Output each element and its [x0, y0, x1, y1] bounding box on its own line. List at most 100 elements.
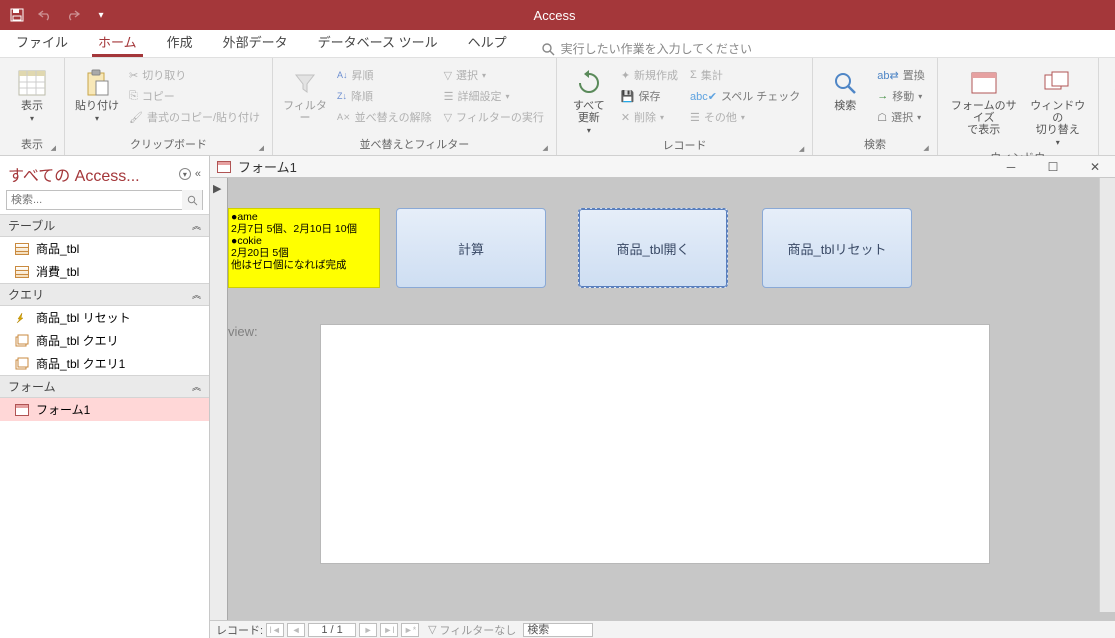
- switch-windows-button[interactable]: ウィンドウの 切り替え ▾: [1028, 68, 1088, 147]
- tab-create[interactable]: 作成: [161, 28, 199, 57]
- chevron-up-icon: ︽: [192, 219, 201, 232]
- select-icon: ☖: [877, 111, 887, 124]
- datasheet-icon: [17, 68, 47, 98]
- nav-prev-button[interactable]: ◄: [287, 623, 305, 637]
- minimize-button[interactable]: ─: [997, 157, 1025, 177]
- note-label: ●ame 2月7日 5個、2月10日 10個 ●cokie 2月20日 5個 他…: [228, 208, 380, 288]
- nav-next-button[interactable]: ►: [359, 623, 377, 637]
- nav-new-button[interactable]: ►*: [401, 623, 419, 637]
- chevron-down-icon[interactable]: ▾: [179, 168, 191, 180]
- ribbon-group-find: 検索 ab⇄置換 →移動 ▾ ☖選択 ▾ 検索: [813, 58, 937, 155]
- form-item[interactable]: フォーム1: [0, 398, 209, 421]
- sort-desc-button[interactable]: Z↓降順: [335, 87, 434, 105]
- tell-me-box[interactable]: 実行したい作業を入力してください: [541, 40, 752, 57]
- query-item[interactable]: 商品_tbl クエリ1: [0, 352, 209, 375]
- ribbon-group-sort-filter: フィルター A↓昇順 Z↓降順 A⨯並べ替えの解除 ▽選択 ▾ ☰詳細設定 ▾ …: [273, 58, 557, 155]
- save-record-button[interactable]: 💾保存: [619, 87, 680, 105]
- select-button[interactable]: ☖選択 ▾: [875, 108, 926, 126]
- qat-redo-button[interactable]: [60, 2, 86, 28]
- category-tables[interactable]: テーブル︽: [0, 214, 209, 237]
- record-position[interactable]: 1 / 1: [308, 623, 356, 637]
- more-records-button[interactable]: ☰その他 ▾: [688, 108, 802, 126]
- ribbon-group-records: すべて 更新 ▾ ✦新規作成 💾保存 ✕削除 ▾ Σ集計 abc✔スペル チェッ…: [557, 58, 813, 155]
- tab-help[interactable]: ヘルプ: [462, 28, 513, 57]
- tab-file[interactable]: ファイル: [10, 28, 74, 57]
- new-icon: ✦: [621, 69, 630, 82]
- chevron-up-icon: ︽: [192, 380, 201, 393]
- tab-home[interactable]: ホーム: [92, 28, 143, 57]
- record-label: レコード:: [216, 622, 263, 638]
- qat-customize-button[interactable]: ▾: [88, 2, 114, 28]
- magnifier-icon: [830, 68, 860, 98]
- selection-filter-button[interactable]: ▽選択 ▾: [442, 66, 546, 84]
- action-query-icon: [14, 311, 30, 325]
- nav-first-button[interactable]: I◄: [266, 623, 284, 637]
- calc-button[interactable]: 計算: [396, 208, 546, 288]
- copy-button[interactable]: ⎘コピー: [127, 87, 262, 105]
- clear-sort-icon: A⨯: [337, 112, 351, 123]
- qat-undo-button[interactable]: [32, 2, 58, 28]
- view-button[interactable]: 表示▾: [10, 68, 54, 124]
- reset-table-button[interactable]: 商品_tblリセット: [762, 208, 912, 288]
- forms-list: フォーム1: [0, 398, 209, 421]
- size-to-fit-button[interactable]: フォームのサイズ で表示: [948, 68, 1020, 136]
- cut-button[interactable]: ✂切り取り: [127, 66, 262, 84]
- view-textbox[interactable]: [320, 324, 990, 564]
- format-painter-button[interactable]: 🖌書式のコピー/貼り付け: [127, 108, 262, 126]
- category-forms[interactable]: フォーム︽: [0, 375, 209, 398]
- search-icon: [541, 42, 555, 56]
- record-navigator: レコード: I◄ ◄ 1 / 1 ► ►I ►* ▽フィルターなし 検索: [210, 620, 1115, 638]
- navpane-search-input[interactable]: [7, 194, 182, 206]
- form-icon: [14, 403, 30, 417]
- collapse-pane-icon[interactable]: «: [195, 168, 201, 180]
- paste-button[interactable]: 貼り付け▾: [75, 68, 119, 124]
- find-button[interactable]: 検索: [823, 68, 867, 112]
- form-canvas: ●ame 2月7日 5個、2月10日 10個 ●cokie 2月20日 5個 他…: [228, 178, 1115, 620]
- new-record-button[interactable]: ✦新規作成: [619, 66, 680, 84]
- goto-button[interactable]: →移動 ▾: [875, 87, 926, 105]
- qat-save-button[interactable]: [4, 2, 30, 28]
- open-table-button[interactable]: 商品_tbl開く: [578, 208, 728, 288]
- funnel-icon: [290, 68, 320, 98]
- table-item[interactable]: 商品_tbl: [0, 237, 209, 260]
- spell-check-button[interactable]: abc✔スペル チェック: [688, 87, 802, 105]
- close-button[interactable]: ✕: [1081, 157, 1109, 177]
- save-icon: 💾: [621, 90, 635, 103]
- refresh-all-button[interactable]: すべて 更新 ▾: [567, 68, 611, 135]
- navpane-search[interactable]: [6, 190, 203, 210]
- toggle-filter-button[interactable]: ▽フィルターの実行: [442, 108, 546, 126]
- navpane-title-row[interactable]: すべての Access... ▾ «: [0, 156, 209, 188]
- replace-button[interactable]: ab⇄置換: [875, 66, 926, 84]
- navpane-title: すべての Access...: [8, 162, 140, 186]
- vertical-scrollbar[interactable]: [1099, 178, 1115, 612]
- app-title: Access: [114, 8, 995, 23]
- query-item[interactable]: 商品_tbl クエリ: [0, 329, 209, 352]
- group-label-find: 検索: [823, 134, 926, 155]
- group-label-view: 表示: [10, 134, 54, 155]
- toggle-filter-icon: ▽: [444, 111, 452, 124]
- select-query-icon: [14, 334, 30, 348]
- tab-external-data[interactable]: 外部データ: [217, 28, 294, 57]
- filter-button[interactable]: フィルター: [283, 68, 327, 124]
- sort-asc-button[interactable]: A↓昇順: [335, 66, 434, 84]
- maximize-button[interactable]: ☐: [1039, 157, 1067, 177]
- clear-sort-button[interactable]: A⨯並べ替えの解除: [335, 108, 434, 126]
- search-icon[interactable]: [182, 190, 202, 210]
- form-window-header: フォーム1 ─ ☐ ✕: [210, 156, 1115, 178]
- table-item[interactable]: 消費_tbl: [0, 260, 209, 283]
- record-selector[interactable]: ▶: [210, 178, 228, 620]
- ribbon-tabs: ファイル ホーム 作成 外部データ データベース ツール ヘルプ 実行したい作業…: [0, 30, 1115, 58]
- category-queries[interactable]: クエリ︽: [0, 283, 209, 306]
- delete-record-button[interactable]: ✕削除 ▾: [619, 108, 680, 126]
- nav-last-button[interactable]: ►I: [380, 623, 398, 637]
- group-label-clipboard: クリップボード: [75, 134, 262, 155]
- record-search-box[interactable]: 検索: [523, 623, 593, 637]
- totals-button[interactable]: Σ集計: [688, 66, 802, 84]
- replace-icon: ab⇄: [877, 69, 898, 82]
- queries-list: 商品_tbl リセット 商品_tbl クエリ 商品_tbl クエリ1: [0, 306, 209, 375]
- refresh-icon: [574, 68, 604, 98]
- advanced-filter-button[interactable]: ☰詳細設定 ▾: [442, 87, 546, 105]
- chevron-up-icon: ︽: [192, 288, 201, 301]
- query-item[interactable]: 商品_tbl リセット: [0, 306, 209, 329]
- tab-database-tools[interactable]: データベース ツール: [312, 28, 444, 57]
